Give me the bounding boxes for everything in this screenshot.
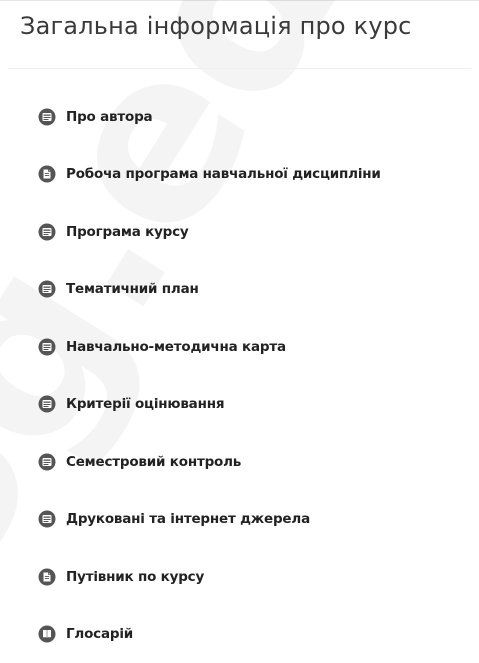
activity-item-thematic-plan[interactable]: Тематичний план (38, 261, 381, 319)
page-icon (38, 453, 56, 471)
activity-item-glossary[interactable]: Глосарій (38, 606, 381, 663)
activity-label: Критерії оцінювання (66, 396, 224, 412)
page-icon (38, 395, 56, 413)
page-icon (38, 280, 56, 298)
page-icon (38, 338, 56, 356)
activity-label: Тематичний план (66, 281, 199, 297)
activity-list: Про автора Робоча програма навчальної ди… (38, 88, 381, 663)
section-title: Загальна інформація про курс (20, 12, 412, 40)
section-divider (8, 68, 471, 69)
activity-item-about-author[interactable]: Про автора (38, 88, 381, 146)
activity-label: Навчально-методична карта (66, 339, 286, 355)
page-icon (38, 510, 56, 528)
activity-label: Семестровий контроль (66, 454, 241, 470)
page-icon (38, 223, 56, 241)
activity-item-course-program[interactable]: Програма курсу (38, 203, 381, 261)
glossary-icon (38, 625, 56, 643)
activity-item-course-guide[interactable]: Путівник по курсу (38, 548, 381, 606)
activity-item-semester-control[interactable]: Семестровий контроль (38, 433, 381, 491)
file-icon (38, 568, 56, 586)
activity-item-methodical-map[interactable]: Навчально-методична карта (38, 318, 381, 376)
activity-label: Путівник по курсу (66, 569, 204, 585)
activity-item-sources[interactable]: Друковані та інтернет джерела (38, 491, 381, 549)
activity-item-work-program[interactable]: Робоча програма навчальної дисципліни (38, 146, 381, 204)
file-icon (38, 165, 56, 183)
activity-item-assessment-criteria[interactable]: Критерії оцінювання (38, 376, 381, 434)
activity-label: Програма курсу (66, 224, 189, 240)
activity-label: Друковані та інтернет джерела (66, 511, 310, 527)
activity-label: Про автора (66, 109, 152, 125)
course-section: Загальна інформація про курс Про автора … (0, 0, 479, 640)
page-icon (38, 108, 56, 126)
activity-label: Робоча програма навчальної дисципліни (66, 166, 381, 182)
